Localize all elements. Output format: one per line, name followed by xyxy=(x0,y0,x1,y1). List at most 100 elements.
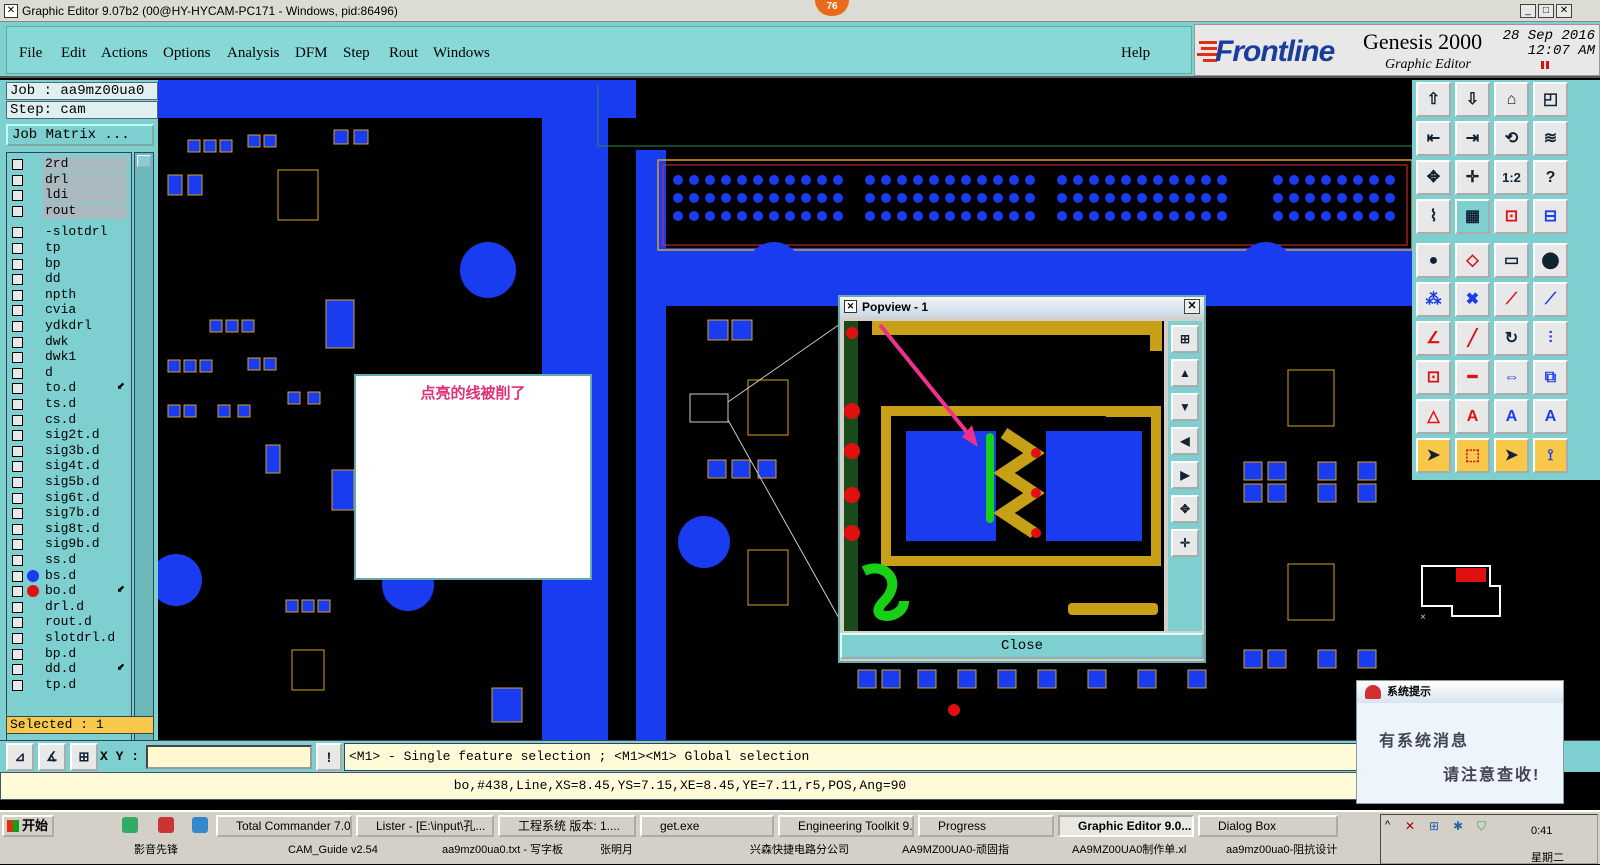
layer-row[interactable]: tp xyxy=(7,241,131,256)
layer-row[interactable]: cs.d xyxy=(7,412,131,428)
popview-canvas[interactable] xyxy=(844,321,1164,631)
task-engineering-system[interactable]: 工程系统 版本: 1.... xyxy=(498,815,636,837)
alert-button[interactable]: ! xyxy=(316,743,342,771)
layer-checkbox[interactable] xyxy=(12,570,23,582)
layer-checkbox[interactable] xyxy=(12,274,23,286)
layer-checkbox[interactable] xyxy=(12,383,23,395)
ratio-icon[interactable]: 1:2 xyxy=(1494,160,1529,195)
pop-zoom-icon[interactable]: ⊞ xyxy=(1171,325,1199,353)
layer-checkbox[interactable] xyxy=(12,321,23,332)
pop-right-icon[interactable]: ▶ xyxy=(1171,461,1199,489)
task-row2-8[interactable]: aa9mz00ua0-阻抗设计 xyxy=(1210,840,1350,860)
pad-icon[interactable]: ● xyxy=(1416,243,1451,278)
minimap-drawing[interactable]: × xyxy=(1412,480,1600,680)
pan-right-icon[interactable]: ⇥ xyxy=(1455,121,1490,156)
layer-checkbox[interactable] xyxy=(12,523,23,535)
xy-input[interactable] xyxy=(146,745,312,769)
layer-row[interactable]: dwk xyxy=(7,334,131,350)
layer-row[interactable]: dd.d ⬋ xyxy=(7,662,131,678)
tray-x-icon[interactable]: ✕ xyxy=(1405,819,1415,833)
layer-row[interactable]: tp.d xyxy=(7,677,131,693)
zoom-area-icon[interactable]: ◰ xyxy=(1533,82,1568,117)
tray-expand-icon[interactable]: ^ xyxy=(1385,819,1390,831)
scale-icon[interactable]: ≋ xyxy=(1533,121,1568,156)
minimize-button[interactable]: _ xyxy=(1520,4,1536,18)
layer-checkbox[interactable] xyxy=(12,633,23,644)
task-row2-6[interactable]: AA9MZ00UA0-顽固指 xyxy=(886,840,1036,860)
pop-down-icon[interactable]: ▼ xyxy=(1171,393,1199,421)
task-engineering-toolkit[interactable]: Engineering Toolkit 9... xyxy=(778,815,914,837)
layer-row[interactable]: d xyxy=(7,365,131,381)
layer-scrollbar[interactable] xyxy=(134,152,154,780)
split-icon[interactable]: ⫶ xyxy=(1533,321,1568,356)
grid-mode-icon[interactable]: ⊞ xyxy=(70,743,98,771)
task-get-exe[interactable]: get.exe xyxy=(640,815,774,837)
layer-row[interactable]: sig7b.d xyxy=(7,506,131,522)
pcb-drawing[interactable] xyxy=(158,80,1412,740)
layer-row[interactable]: to.d ⬋ xyxy=(7,381,131,397)
layer-row[interactable]: slotdrl.d xyxy=(7,631,131,646)
layer-row[interactable]: sig4t.d xyxy=(7,459,131,475)
layer-checkbox[interactable] xyxy=(12,539,23,551)
select-area-icon[interactable]: ⬚ xyxy=(1455,438,1490,473)
shape-icon[interactable]: ◇ xyxy=(1455,243,1490,278)
task-row2-1[interactable]: 影音先锋 xyxy=(118,840,258,860)
layer-row[interactable]: sig6t.d xyxy=(7,490,131,506)
layer-row[interactable]: -slotdrl xyxy=(7,225,131,241)
start-button[interactable]: 开始 xyxy=(2,815,54,837)
layer-checkbox[interactable] xyxy=(12,414,23,426)
task-row2-3[interactable]: aa9mz00ua0.txt - 写字板 xyxy=(426,840,576,860)
layer-checkbox[interactable] xyxy=(12,174,23,186)
cross-icon[interactable]: ✖ xyxy=(1455,282,1490,317)
tray-bluetooth-icon[interactable]: ✱ xyxy=(1453,819,1463,833)
dash-icon[interactable]: ━ xyxy=(1455,360,1490,395)
layer-row[interactable]: sig2t.d xyxy=(7,428,131,444)
task-progress[interactable]: Progress xyxy=(918,815,1054,837)
layer-checkbox[interactable] xyxy=(12,205,23,217)
layer-row[interactable]: ss.d xyxy=(7,553,131,568)
menu-options[interactable]: Options xyxy=(163,45,211,62)
task-lister[interactable]: Lister - [E:\input\孔... xyxy=(356,815,494,837)
pop-up-icon[interactable]: ▲ xyxy=(1171,359,1199,387)
stretch-icon[interactable]: ⇔ xyxy=(1494,360,1529,395)
layer-row[interactable]: sig9b.d xyxy=(7,537,131,553)
ruler-icon[interactable]: ▭ xyxy=(1494,243,1529,278)
maximize-button[interactable]: □ xyxy=(1538,4,1554,18)
query-icon[interactable]: ? xyxy=(1533,160,1568,195)
angle-mode-icon[interactable]: ∡ xyxy=(38,743,66,771)
popview-zoomed-drawing[interactable] xyxy=(844,321,1164,631)
layer-row[interactable]: ts.d xyxy=(7,397,131,412)
snap-mode-icon[interactable]: ⊿ xyxy=(6,743,34,771)
layer-checkbox[interactable] xyxy=(12,586,23,598)
triangle-line-icon[interactable]: A xyxy=(1455,399,1490,434)
tray-network-icon[interactable]: ⊞ xyxy=(1429,819,1439,833)
angle-icon[interactable]: ∠ xyxy=(1416,321,1451,356)
quicklaunch-icon-2[interactable] xyxy=(158,817,174,833)
grid-icon[interactable]: ▦ xyxy=(1455,199,1490,234)
layer-row[interactable]: 2rd xyxy=(7,157,131,172)
triangle-blue-icon[interactable]: A xyxy=(1533,399,1568,434)
layer-checkbox[interactable] xyxy=(12,336,23,348)
menu-dfm[interactable]: DFM xyxy=(295,45,328,62)
layer-row[interactable]: drl.d xyxy=(7,599,131,615)
measure-icon[interactable]: ⌇ xyxy=(1416,199,1451,234)
layer-checkbox[interactable] xyxy=(12,159,23,170)
triangle-icon[interactable]: △ xyxy=(1416,399,1451,434)
task-dialog-box[interactable]: Dialog Box xyxy=(1198,815,1338,837)
layer-row[interactable]: rout.d xyxy=(7,615,131,631)
layer-checkbox[interactable] xyxy=(12,243,23,254)
layer-row[interactable]: sig8t.d xyxy=(7,521,131,537)
menu-windows[interactable]: Windows xyxy=(433,45,490,62)
quicklaunch-icon-1[interactable] xyxy=(122,817,138,833)
layer-checkbox[interactable] xyxy=(12,555,23,566)
task-row2-2[interactable]: CAM_Guide v2.54 xyxy=(272,840,412,860)
move-icon[interactable]: ✛ xyxy=(1455,160,1490,195)
layer-checkbox[interactable] xyxy=(12,492,23,504)
layer-checkbox[interactable] xyxy=(12,305,23,317)
zoom-out-icon[interactable]: ⇩ xyxy=(1455,82,1490,117)
select-polygon-icon[interactable]: ⟟ xyxy=(1533,438,1568,473)
layer-checkbox[interactable] xyxy=(12,399,23,410)
layer-row[interactable]: bs.d xyxy=(7,568,131,584)
layers-icon[interactable]: ⊟ xyxy=(1533,199,1568,234)
layer-checkbox[interactable] xyxy=(12,648,23,660)
